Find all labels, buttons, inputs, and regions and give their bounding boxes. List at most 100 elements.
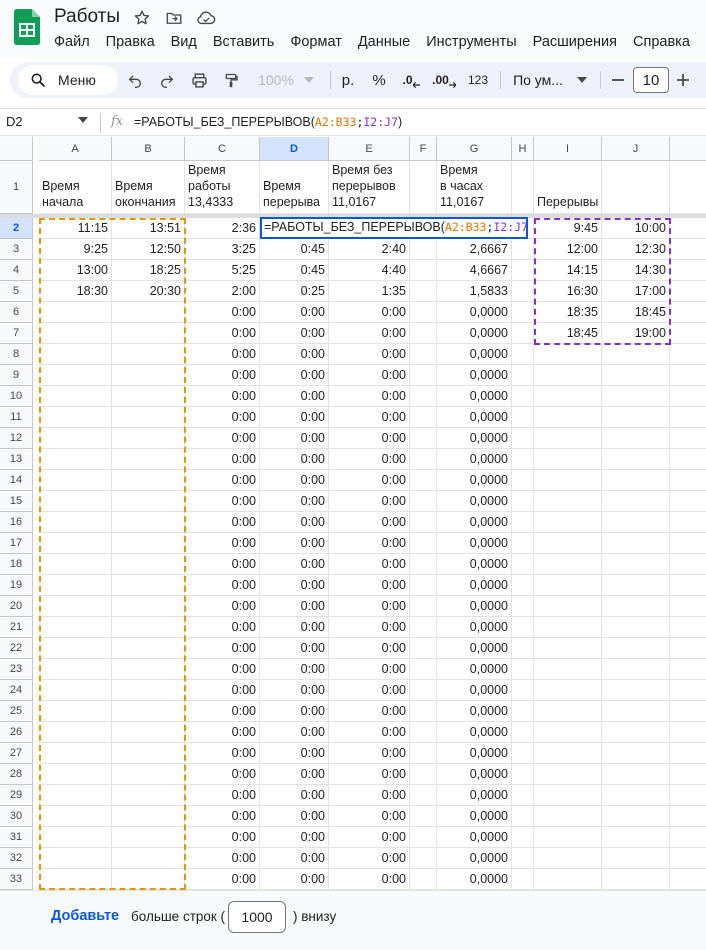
cell-c[interactable]: 0:00 bbox=[185, 449, 260, 470]
cell-c[interactable]: 0:00 bbox=[185, 386, 260, 407]
header-cell-a[interactable]: Время начала bbox=[39, 161, 112, 214]
cell-c[interactable]: 0:00 bbox=[185, 827, 260, 848]
column-header-g[interactable]: G bbox=[437, 137, 512, 161]
cell-g[interactable]: 0,0000 bbox=[437, 848, 512, 869]
cell-e[interactable]: 0:00 bbox=[329, 785, 410, 806]
cell-e[interactable]: 0:00 bbox=[329, 365, 410, 386]
cell-d[interactable]: 0:00 bbox=[260, 533, 329, 554]
cell-e[interactable]: 4:40 bbox=[329, 260, 410, 281]
cell-j[interactable] bbox=[602, 806, 670, 827]
font-size-input[interactable]: 10 bbox=[633, 67, 669, 93]
row-header[interactable]: 27 bbox=[0, 743, 33, 764]
cell-e[interactable]: 0:00 bbox=[329, 617, 410, 638]
cell-e[interactable]: 0:00 bbox=[329, 470, 410, 491]
cell-f[interactable] bbox=[410, 722, 437, 743]
cell-h[interactable] bbox=[512, 428, 534, 449]
cell-e[interactable]: 0:00 bbox=[329, 449, 410, 470]
cell-e[interactable]: 0:00 bbox=[329, 596, 410, 617]
cell-d[interactable]: 0:00 bbox=[260, 743, 329, 764]
column-header-b[interactable]: B bbox=[112, 137, 185, 161]
cell-c[interactable]: 5:25 bbox=[185, 260, 260, 281]
cell-e[interactable]: 0:00 bbox=[329, 428, 410, 449]
cell-g[interactable]: 0,0000 bbox=[437, 554, 512, 575]
cell-f[interactable] bbox=[410, 470, 437, 491]
cell-j[interactable] bbox=[602, 491, 670, 512]
cell-e[interactable]: 0:00 bbox=[329, 407, 410, 428]
cell-j[interactable] bbox=[602, 869, 670, 890]
cell-d[interactable]: 0:00 bbox=[260, 764, 329, 785]
cell-g[interactable]: 4,6667 bbox=[437, 260, 512, 281]
cell-d[interactable]: 0:45 bbox=[260, 260, 329, 281]
cell-h[interactable] bbox=[512, 743, 534, 764]
cell-b[interactable] bbox=[112, 575, 185, 596]
cell-c[interactable]: 0:00 bbox=[185, 743, 260, 764]
menu-tools[interactable]: Инструменты bbox=[418, 32, 524, 52]
cell-g[interactable]: 0,0000 bbox=[437, 428, 512, 449]
cell-f[interactable] bbox=[410, 386, 437, 407]
cell-e[interactable]: 0:00 bbox=[329, 827, 410, 848]
cell-a[interactable] bbox=[39, 743, 112, 764]
redo-button[interactable] bbox=[156, 62, 178, 98]
cell-j[interactable] bbox=[602, 449, 670, 470]
row-header[interactable]: 9 bbox=[0, 365, 33, 386]
cell-i[interactable] bbox=[534, 806, 602, 827]
cell-g[interactable]: 0,0000 bbox=[437, 701, 512, 722]
cell-g[interactable]: 0,0000 bbox=[437, 617, 512, 638]
cell-d[interactable]: 0:00 bbox=[260, 848, 329, 869]
cell-f[interactable] bbox=[410, 743, 437, 764]
cell-i[interactable]: 18:45 bbox=[534, 323, 602, 344]
cell-h[interactable] bbox=[512, 344, 534, 365]
cell-h[interactable] bbox=[512, 491, 534, 512]
cell-g[interactable]: 0,0000 bbox=[437, 764, 512, 785]
cell-b[interactable] bbox=[112, 323, 185, 344]
cell-i[interactable] bbox=[534, 701, 602, 722]
cell-c[interactable]: 0:00 bbox=[185, 407, 260, 428]
menu-view[interactable]: Вид bbox=[163, 32, 205, 52]
column-header-d[interactable]: D bbox=[260, 137, 329, 161]
cell-b[interactable] bbox=[112, 617, 185, 638]
cell-e[interactable]: 0:00 bbox=[329, 554, 410, 575]
row-header[interactable]: 6 bbox=[0, 302, 33, 323]
cell-h[interactable] bbox=[512, 617, 534, 638]
cell-h[interactable] bbox=[512, 785, 534, 806]
header-cell-c[interactable]: Время работы 13,4333 bbox=[185, 161, 260, 214]
cell-f[interactable] bbox=[410, 680, 437, 701]
cell-i[interactable] bbox=[534, 743, 602, 764]
cell-g[interactable]: 0,0000 bbox=[437, 323, 512, 344]
cell-c[interactable]: 0:00 bbox=[185, 806, 260, 827]
cell-h[interactable] bbox=[512, 302, 534, 323]
cell-g[interactable]: 0,0000 bbox=[437, 470, 512, 491]
row-header[interactable]: 15 bbox=[0, 491, 33, 512]
cell-e[interactable]: 0:00 bbox=[329, 302, 410, 323]
cell-i[interactable] bbox=[534, 470, 602, 491]
cell-b[interactable] bbox=[112, 491, 185, 512]
cell-i[interactable] bbox=[534, 764, 602, 785]
cell-i[interactable]: 14:15 bbox=[534, 260, 602, 281]
cell-i[interactable]: 9:45 bbox=[534, 218, 602, 239]
cell-a[interactable] bbox=[39, 365, 112, 386]
cell-j[interactable] bbox=[602, 407, 670, 428]
cell-b[interactable] bbox=[112, 470, 185, 491]
cell-i[interactable] bbox=[534, 449, 602, 470]
cell-a[interactable] bbox=[39, 491, 112, 512]
header-cell-b[interactable]: Время окончания bbox=[112, 161, 185, 214]
cell-i[interactable] bbox=[534, 386, 602, 407]
cell-a[interactable] bbox=[39, 575, 112, 596]
cell-d[interactable]: 0:00 bbox=[260, 575, 329, 596]
cell-i[interactable]: 18:35 bbox=[534, 302, 602, 323]
cell-j[interactable] bbox=[602, 701, 670, 722]
cell-g[interactable]: 1,5833 bbox=[437, 281, 512, 302]
cell-a[interactable] bbox=[39, 764, 112, 785]
header-cell-j[interactable] bbox=[602, 161, 670, 214]
cell-h[interactable] bbox=[512, 575, 534, 596]
row-header[interactable]: 4 bbox=[0, 260, 33, 281]
cell-j[interactable] bbox=[602, 596, 670, 617]
cell-a[interactable] bbox=[39, 533, 112, 554]
cell-c[interactable]: 3:25 bbox=[185, 239, 260, 260]
cell-e[interactable]: 0:00 bbox=[329, 701, 410, 722]
print-button[interactable] bbox=[188, 62, 210, 98]
cell-h[interactable] bbox=[512, 869, 534, 890]
cell-h[interactable] bbox=[512, 386, 534, 407]
cell-h[interactable] bbox=[512, 281, 534, 302]
select-all-corner[interactable] bbox=[0, 137, 33, 161]
